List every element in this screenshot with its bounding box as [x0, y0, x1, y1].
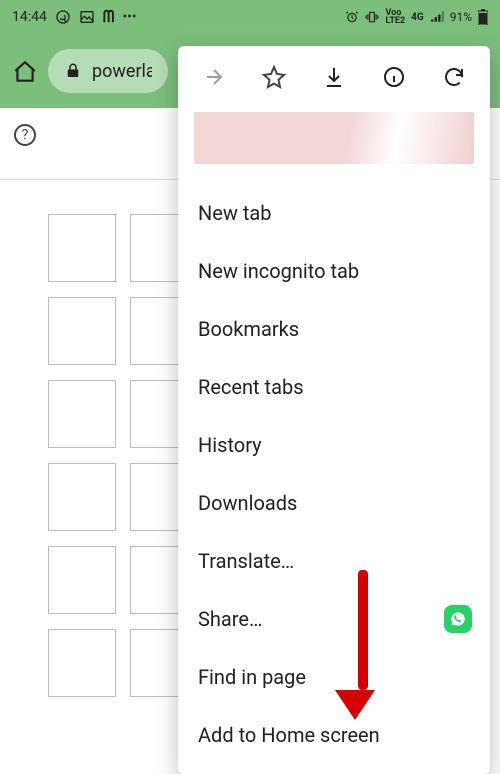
m-status-icon: ᗰ [103, 7, 115, 27]
battery-text: 91% [450, 10, 472, 24]
network-label: Voo LTE2 [385, 9, 405, 25]
menu-downloads[interactable]: Downloads [178, 474, 490, 532]
menu-bookmarks[interactable]: Bookmarks [178, 300, 490, 358]
menu-label: Bookmarks [198, 317, 299, 341]
menu-recent-tabs[interactable]: Recent tabs [178, 358, 490, 416]
menu-history[interactable]: History [178, 416, 490, 474]
menu-label: Recent tabs [198, 375, 304, 399]
status-left-group: 14:44 ᗰ ••• [12, 7, 137, 27]
browser-menu: New tab New incognito tab Bookmarks Rece… [178, 46, 490, 774]
lock-icon [64, 62, 82, 80]
url-bar[interactable]: powerla [48, 49, 168, 93]
alarm-icon [345, 10, 359, 24]
menu-banner[interactable] [194, 112, 474, 164]
menu-label: Share… [198, 607, 262, 631]
menu-label: History [198, 433, 262, 457]
menu-new-incognito[interactable]: New incognito tab [178, 242, 490, 300]
status-bar: 14:44 ᗰ ••• Voo LTE2 4G 91% [0, 0, 500, 34]
menu-label: Downloads [198, 491, 297, 515]
whatsapp-status-icon [55, 9, 71, 25]
menu-label: Translate… [198, 549, 294, 573]
thumb-cell[interactable] [48, 546, 116, 614]
menu-add-to-home[interactable]: Add to Home screen [178, 706, 490, 764]
info-icon[interactable] [381, 64, 407, 90]
menu-icon-row [178, 46, 490, 108]
signal-icon [430, 10, 444, 24]
clock: 14:44 [12, 9, 47, 25]
forward-icon[interactable] [201, 64, 227, 90]
menu-label: Find in page [198, 665, 306, 689]
menu-share[interactable]: Share… [178, 590, 490, 648]
thumb-cell[interactable] [48, 463, 116, 531]
menu-translate[interactable]: Translate… [178, 532, 490, 590]
battery-icon [478, 9, 488, 25]
home-icon[interactable] [12, 59, 36, 83]
thumb-cell[interactable] [48, 214, 116, 282]
thumb-cell[interactable] [48, 629, 116, 697]
network-gen: 4G [411, 12, 424, 23]
vibrate-icon [365, 10, 379, 24]
refresh-icon[interactable] [441, 64, 467, 90]
more-status-icon: ••• [122, 9, 136, 25]
menu-new-tab[interactable]: New tab [178, 184, 490, 242]
menu-label: New tab [198, 201, 272, 225]
star-icon[interactable] [261, 64, 287, 90]
whatsapp-icon[interactable] [444, 605, 472, 633]
menu-find-in-page[interactable]: Find in page [178, 648, 490, 706]
thumb-cell[interactable] [48, 380, 116, 448]
thumb-cell[interactable] [48, 297, 116, 365]
menu-label: Add to Home screen [198, 723, 380, 747]
download-icon[interactable] [321, 64, 347, 90]
status-right-group: Voo LTE2 4G 91% [345, 9, 488, 25]
picture-status-icon [79, 9, 95, 25]
help-icon[interactable]: ? [14, 124, 36, 146]
url-text: powerla [92, 61, 152, 82]
menu-label: New incognito tab [198, 259, 359, 283]
